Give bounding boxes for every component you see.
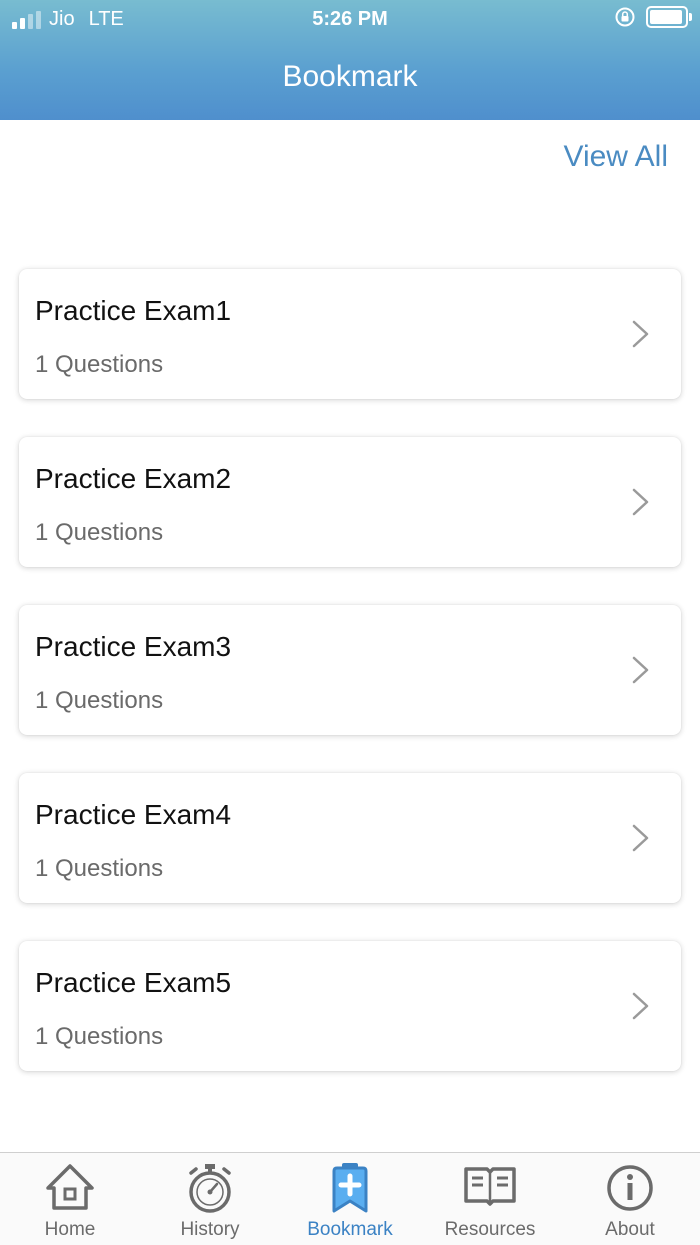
battery-icon xyxy=(646,6,692,28)
question-count: 1 Questions xyxy=(35,351,164,378)
page-title: Bookmark xyxy=(282,60,418,93)
exam-name: Practice Exam1 xyxy=(35,295,232,326)
book-icon xyxy=(464,1167,516,1206)
home-icon xyxy=(46,1164,94,1210)
exam-card-5[interactable]: Practice Exam5 1 Questions xyxy=(19,941,681,1071)
exam-name: Practice Exam4 xyxy=(35,799,232,830)
view-all-link[interactable]: View All xyxy=(563,140,668,174)
exam-card-1[interactable]: Practice Exam1 1 Questions xyxy=(19,269,681,399)
status-bar: Jio LTE 5:26 PM xyxy=(0,0,700,40)
exam-card-2[interactable]: Practice Exam2 1 Questions xyxy=(19,437,681,567)
tab-resources[interactable]: Resources xyxy=(420,1153,560,1245)
rotation-lock-icon xyxy=(615,7,635,27)
tab-history[interactable]: History xyxy=(140,1153,280,1245)
tab-label: History xyxy=(180,1219,240,1240)
chevron-right-icon xyxy=(632,992,649,1020)
exam-card-4[interactable]: Practice Exam4 1 Questions xyxy=(19,773,681,903)
tab-about[interactable]: About xyxy=(560,1153,700,1245)
bookmark-icon xyxy=(332,1163,368,1213)
question-count: 1 Questions xyxy=(35,855,164,882)
tab-label: About xyxy=(605,1219,655,1240)
status-time: 5:26 PM xyxy=(312,8,388,30)
question-count: 1 Questions xyxy=(35,519,164,546)
question-count: 1 Questions xyxy=(35,687,164,714)
tab-label: Resources xyxy=(444,1219,536,1240)
tab-label: Home xyxy=(44,1219,96,1240)
exam-name: Practice Exam5 xyxy=(35,967,232,998)
info-icon xyxy=(607,1165,653,1211)
app-header: Jio LTE 5:26 PM Bookmark xyxy=(0,0,700,120)
stopwatch-icon xyxy=(189,1164,231,1213)
chevron-right-icon xyxy=(632,320,649,348)
exam-name: Practice Exam3 xyxy=(35,631,232,662)
tab-bookmark[interactable]: Bookmark xyxy=(280,1153,420,1245)
chevron-right-icon xyxy=(632,824,649,852)
exam-card-3[interactable]: Practice Exam3 1 Questions xyxy=(19,605,681,735)
chevron-right-icon xyxy=(632,488,649,516)
exam-name: Practice Exam2 xyxy=(35,463,232,494)
tab-label: Bookmark xyxy=(307,1219,393,1240)
bottom-tab-bar: Home History Bookmark Resources About xyxy=(0,1152,700,1245)
chevron-right-icon xyxy=(632,656,649,684)
tab-home[interactable]: Home xyxy=(0,1153,140,1245)
question-count: 1 Questions xyxy=(35,1023,164,1050)
